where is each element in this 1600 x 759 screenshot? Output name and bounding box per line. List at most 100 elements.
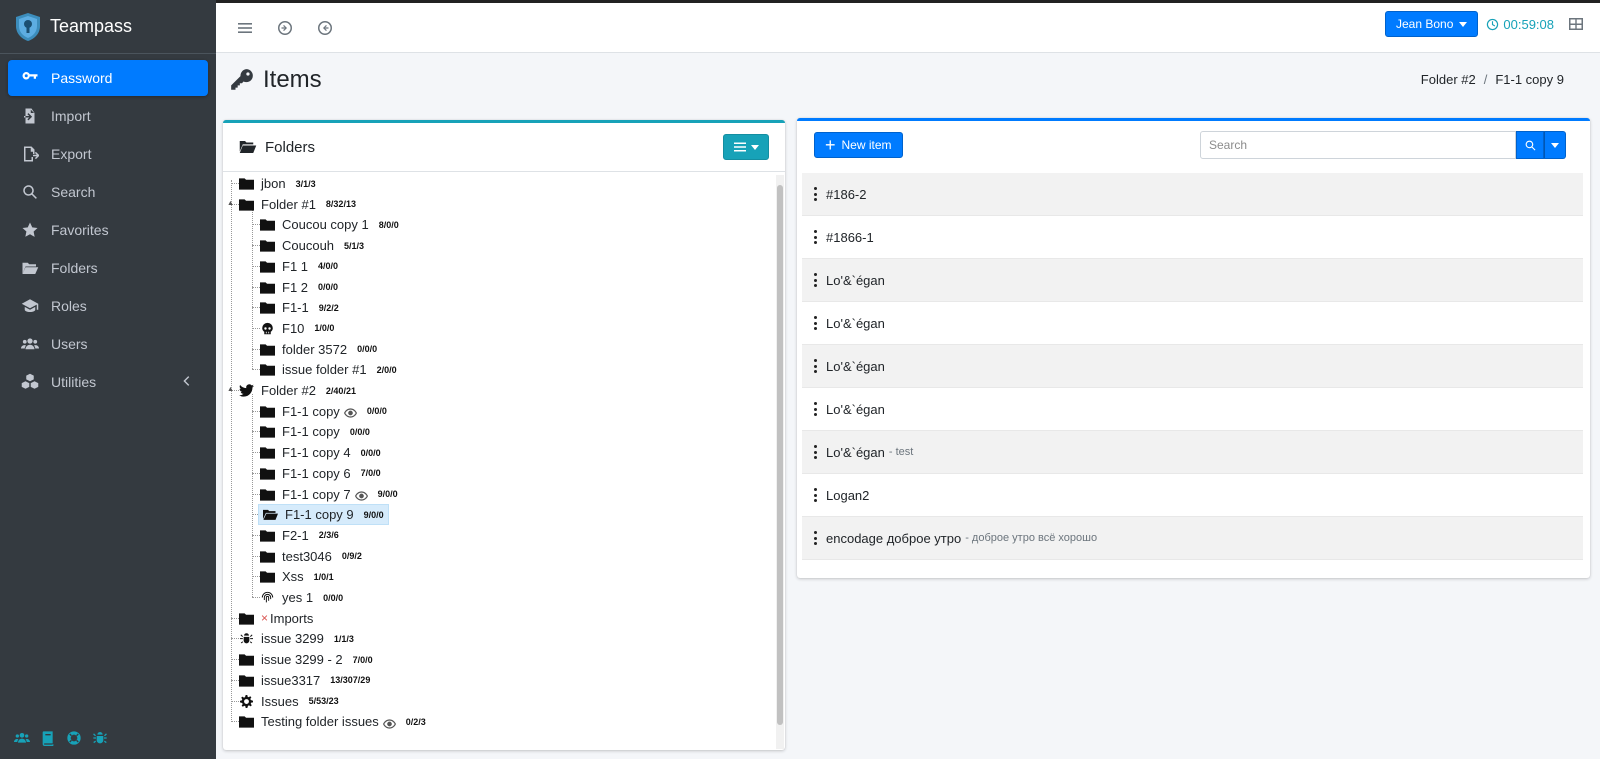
tree-node[interactable]: F1-1 copy 0/0/0 bbox=[260, 421, 370, 442]
folder-icon bbox=[239, 715, 255, 729]
sidebar-item-export[interactable]: Export bbox=[8, 136, 208, 172]
drag-handle-icon[interactable] bbox=[814, 359, 818, 373]
users-icon[interactable] bbox=[14, 730, 30, 749]
tree-node[interactable]: Xss 1/0/1 bbox=[260, 566, 334, 587]
drag-handle-icon[interactable] bbox=[814, 187, 818, 201]
item-row[interactable]: Lo'&`égan bbox=[802, 302, 1583, 345]
tree-guide bbox=[252, 207, 253, 370]
sidebar-item-import[interactable]: Import bbox=[8, 98, 208, 134]
sidebar-item-folders[interactable]: Folders bbox=[8, 250, 208, 286]
item-row[interactable]: Logan2 bbox=[802, 474, 1583, 517]
tree-node[interactable]: Issues 5/53/23 bbox=[239, 691, 339, 712]
tree-node[interactable]: F2-1 2/3/6 bbox=[260, 525, 339, 546]
item-row[interactable]: Lo'&`égan bbox=[802, 388, 1583, 431]
search-input[interactable] bbox=[1200, 131, 1516, 159]
tree-node[interactable]: F1 2 0/0/0 bbox=[260, 277, 338, 298]
sidebar-item-password[interactable]: Password bbox=[8, 60, 208, 96]
user-menu-button[interactable]: Jean Bono bbox=[1385, 11, 1479, 37]
tree-node[interactable]: F1 1 4/0/0 bbox=[260, 256, 338, 277]
tree-node[interactable]: F1-1 copy 0/0/0 bbox=[260, 401, 387, 422]
star-icon bbox=[18, 220, 42, 240]
scrollbar-thumb[interactable] bbox=[777, 185, 783, 725]
tree-node[interactable]: F1-1 9/2/2 bbox=[260, 297, 339, 318]
drag-handle-icon[interactable] bbox=[814, 531, 818, 545]
sidebar-item-search[interactable]: Search bbox=[8, 174, 208, 210]
sidebar-item-favorites[interactable]: Favorites bbox=[8, 212, 208, 248]
item-row[interactable]: #186-2 bbox=[802, 173, 1583, 216]
drag-handle-icon[interactable] bbox=[814, 402, 818, 416]
page-title-text: Items bbox=[263, 66, 322, 93]
collapse-toggle-icon[interactable]: ▲ bbox=[227, 200, 235, 208]
tree-node-label: F1-1 copy 6 bbox=[282, 465, 351, 481]
lifebuoy-icon[interactable] bbox=[66, 730, 82, 749]
arrow-right-circle-icon[interactable] bbox=[276, 19, 294, 37]
new-item-button[interactable]: + New item bbox=[814, 132, 903, 158]
tree-node[interactable]: F1-1 copy 9 9/0/0 bbox=[258, 504, 389, 526]
book-icon[interactable] bbox=[40, 730, 56, 749]
export-icon bbox=[18, 144, 42, 164]
sidebar-item-utilities[interactable]: Utilities bbox=[8, 364, 208, 400]
columns-icon[interactable] bbox=[1568, 16, 1584, 32]
clock-icon bbox=[1487, 18, 1499, 30]
tree-node[interactable]: jbon 3/1/3 bbox=[239, 173, 316, 194]
drag-handle-icon[interactable] bbox=[814, 273, 818, 287]
tree-node[interactable]: Testing folder issues 0/2/3 bbox=[239, 711, 426, 732]
tree-node-label: F1 1 bbox=[282, 258, 309, 274]
brand[interactable]: Teampass bbox=[0, 0, 216, 54]
tree-node[interactable]: issue3317 13/307/29 bbox=[239, 670, 370, 691]
bug-icon[interactable] bbox=[92, 730, 108, 749]
search-options-button[interactable] bbox=[1544, 131, 1566, 159]
tree-node[interactable]: folder 3572 0/0/0 bbox=[260, 339, 377, 360]
tree-node[interactable]: Coucouh 5/1/3 bbox=[260, 235, 364, 256]
tree-node-label: Testing folder issues bbox=[261, 714, 379, 730]
drag-handle-icon[interactable] bbox=[814, 445, 818, 459]
tree-node[interactable]: × Imports bbox=[239, 608, 313, 629]
arrow-left-circle-icon[interactable] bbox=[316, 19, 334, 37]
tree-node-label: F1-1 copy 4 bbox=[282, 445, 351, 461]
folders-menu-button[interactable] bbox=[723, 134, 769, 160]
breadcrumb-folder[interactable]: Folder #2 bbox=[1421, 72, 1476, 87]
item-row[interactable]: Lo'&`égan bbox=[802, 345, 1583, 388]
search-button[interactable] bbox=[1516, 131, 1544, 159]
sidebar-item-label: Favorites bbox=[51, 222, 109, 238]
collapse-toggle-icon[interactable]: ▲ bbox=[227, 386, 235, 394]
tree-guide bbox=[252, 493, 260, 495]
tree-node-count: 7/0/0 bbox=[360, 468, 381, 479]
tree-guide bbox=[231, 638, 239, 640]
tree-node[interactable]: issue 3299 - 2 7/0/0 bbox=[239, 649, 373, 670]
sidebar-item-roles[interactable]: Roles bbox=[8, 288, 208, 324]
tree-node[interactable]: test3046 0/9/2 bbox=[260, 546, 362, 567]
item-row[interactable]: #1866-1 bbox=[802, 216, 1583, 259]
sidebar-item-label: Search bbox=[51, 184, 96, 200]
folder-icon bbox=[239, 653, 255, 667]
drag-handle-icon[interactable] bbox=[814, 488, 818, 502]
tree-node[interactable]: yes 1 0/0/0 bbox=[260, 587, 343, 608]
tree-node[interactable]: Coucou copy 1 8/0/0 bbox=[260, 214, 399, 235]
tree-node[interactable]: issue folder #1 2/0/0 bbox=[260, 359, 397, 380]
tree-node[interactable]: F1-1 copy 7 9/0/0 bbox=[260, 484, 398, 505]
tree-guide bbox=[231, 659, 239, 661]
tree-guide bbox=[252, 555, 260, 557]
tree-node[interactable]: Folder #2 2/40/21 bbox=[239, 380, 356, 401]
drag-handle-icon[interactable] bbox=[814, 316, 818, 330]
hamburger-menu-icon[interactable] bbox=[236, 19, 254, 37]
tree-node[interactable]: Folder #1 8/32/13 bbox=[239, 194, 356, 215]
folder-icon bbox=[260, 218, 276, 232]
tree-node[interactable]: F10 1/0/0 bbox=[260, 318, 334, 339]
tree-node-count: 0/0/0 bbox=[349, 426, 370, 437]
tree-node[interactable]: F1-1 copy 6 7/0/0 bbox=[260, 463, 381, 484]
new-item-label: New item bbox=[841, 138, 892, 152]
item-row[interactable]: Lo'&`égan - test bbox=[802, 431, 1583, 474]
session-timer[interactable]: 00:59:08 bbox=[1486, 17, 1554, 32]
item-row[interactable]: Lo'&`égan bbox=[802, 259, 1583, 302]
drag-handle-icon[interactable] bbox=[814, 230, 818, 244]
sidebar-item-users[interactable]: Users bbox=[8, 326, 208, 362]
tree-node[interactable]: issue 3299 1/1/3 bbox=[239, 628, 354, 649]
tree-node[interactable]: F1-1 copy 4 0/0/0 bbox=[260, 442, 381, 463]
tree-node-count: 5/1/3 bbox=[344, 240, 365, 251]
tree-node-count: 2/0/0 bbox=[376, 364, 397, 375]
folder-tree-scrollbar[interactable] bbox=[776, 175, 784, 749]
item-row[interactable]: encodage доброе утро - доброе утро всё хо… bbox=[802, 517, 1583, 560]
tree-node-count: 0/9/2 bbox=[341, 551, 362, 562]
folder-icon bbox=[260, 259, 276, 273]
